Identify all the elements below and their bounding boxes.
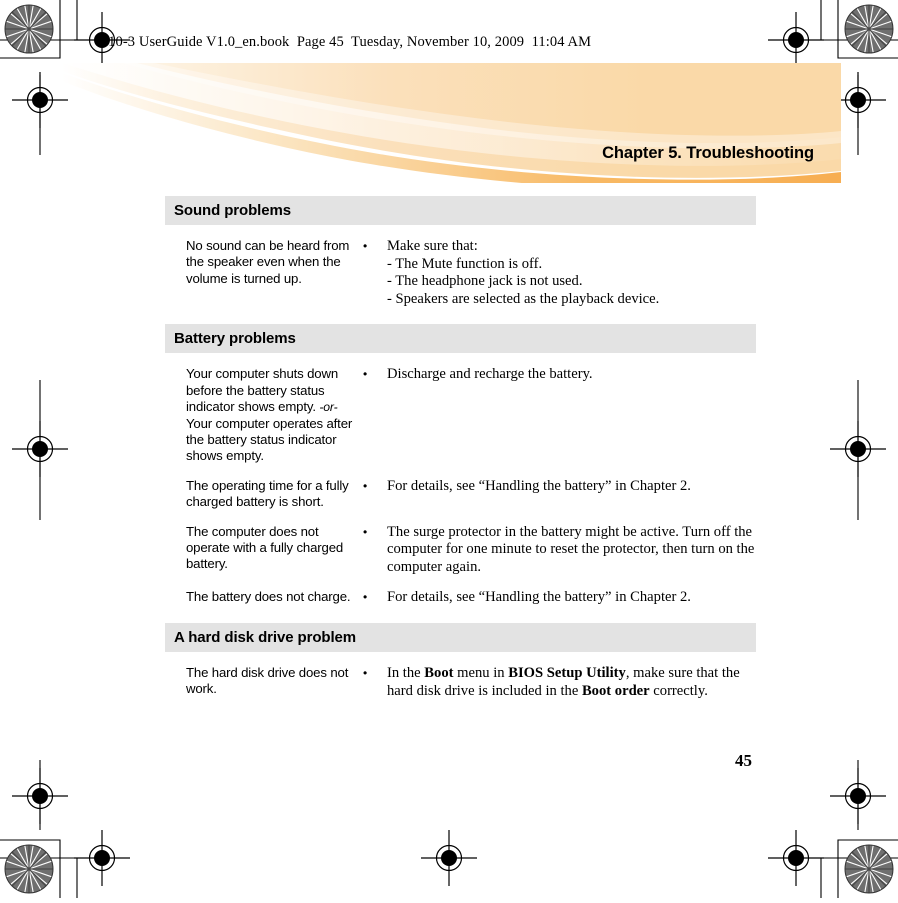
solution-text: Discharge and recharge the battery. — [387, 366, 593, 383]
chapter-banner — [62, 63, 841, 183]
section-header-harddisk: A hard disk drive problem — [165, 623, 756, 652]
solution-sub-item: - The Mute function is off. — [387, 255, 543, 272]
solution-text: Make sure that: - The Mute function is o… — [387, 238, 756, 308]
solution-cell: • For details, see “Handling the battery… — [363, 478, 756, 496]
registration-target — [73, 829, 131, 887]
solution-bold-bootorder: Boot order — [581, 682, 650, 699]
book-file-header: S10-3 UserGuide V1.0_en.book Page 45 Tue… — [100, 34, 592, 50]
solution-cell: • In the Boot menu in BIOS Setup Utility… — [363, 665, 756, 700]
halftone-star — [4, 844, 54, 894]
registration-target — [767, 11, 825, 69]
halftone-star — [844, 4, 894, 54]
solution-cell: • The surge protector in the battery mig… — [363, 524, 756, 577]
problem-cell: Your computer shuts down before the batt… — [165, 366, 363, 464]
table-row: The battery does not charge. • For detai… — [165, 576, 756, 607]
bullet-icon: • — [363, 666, 368, 680]
section-header-sound: Sound problems — [165, 196, 756, 225]
solution-part: menu in — [453, 665, 509, 681]
problem-text-a: Your computer shuts down before the batt… — [186, 366, 339, 415]
solution-sub-item: - Speakers are selected as the playback … — [387, 290, 660, 307]
solution-cell: • For details, see “Handling the battery… — [363, 589, 756, 607]
solution-bold-boot: Boot — [424, 665, 454, 681]
page-number: 45 — [735, 751, 752, 770]
section-rows-sound: No sound can be heard from the speaker e… — [165, 225, 756, 308]
problem-cell: The computer does not operate with a ful… — [186, 523, 344, 572]
table-row: The hard disk drive does not work. • In … — [165, 652, 756, 700]
solution-part: In the — [387, 665, 425, 681]
solution-text: In the Boot menu in BIOS Setup Utility, … — [387, 665, 756, 700]
solution-part: correctly. — [649, 682, 708, 699]
solution-text: The surge protector in the battery might… — [387, 523, 755, 575]
chapter-title: Chapter 5. Troubleshooting — [602, 144, 814, 162]
table-row: The operating time for a fully charged b… — [165, 465, 756, 511]
bullet-icon: • — [363, 478, 368, 493]
section-rows-battery: Your computer shuts down before the batt… — [165, 353, 756, 607]
problem-text-b: Your computer operates after the battery… — [186, 415, 353, 464]
solution-sub-item: - The headphone jack is not used. — [387, 273, 583, 290]
registration-target — [11, 71, 69, 129]
section-rows-harddisk: The hard disk drive does not work. • In … — [165, 652, 756, 700]
solution-text: For details, see “Handling the battery” … — [387, 589, 691, 606]
registration-target — [829, 420, 887, 478]
table-row: No sound can be heard from the speaker e… — [165, 225, 756, 308]
solution-text: For details, see “Handling the battery” … — [387, 477, 691, 494]
section-header-battery: Battery problems — [165, 324, 756, 354]
solution-bold-bios: BIOS Setup Utility — [508, 665, 626, 681]
registration-target — [767, 829, 825, 887]
bullet-icon: • — [363, 239, 368, 253]
solution-cell: • Discharge and recharge the battery. — [363, 366, 756, 384]
bullet-icon: • — [363, 524, 368, 539]
registration-target — [11, 767, 69, 825]
solution-cell: • Make sure that: - The Mute function is… — [363, 238, 756, 308]
problem-cell: The hard disk drive does not work. — [186, 665, 349, 697]
registration-target — [829, 767, 887, 825]
table-row: The computer does not operate with a ful… — [165, 511, 756, 577]
problem-cell: No sound can be heard from the speaker e… — [186, 238, 350, 286]
problem-or-separator: -or- — [319, 400, 338, 415]
halftone-star — [4, 4, 54, 54]
problem-cell: The operating time for a fully charged b… — [186, 477, 349, 510]
registration-target — [420, 829, 478, 887]
registration-target — [11, 420, 69, 478]
halftone-star — [844, 844, 894, 894]
problem-cell: The battery does not charge. — [186, 589, 351, 605]
troubleshooting-table: Sound problems No sound can be heard fro… — [165, 196, 756, 700]
bullet-icon: • — [363, 590, 368, 605]
bullet-icon: • — [363, 367, 368, 382]
solution-lead: Make sure that: — [387, 238, 478, 254]
table-row: Your computer shuts down before the batt… — [165, 353, 756, 464]
